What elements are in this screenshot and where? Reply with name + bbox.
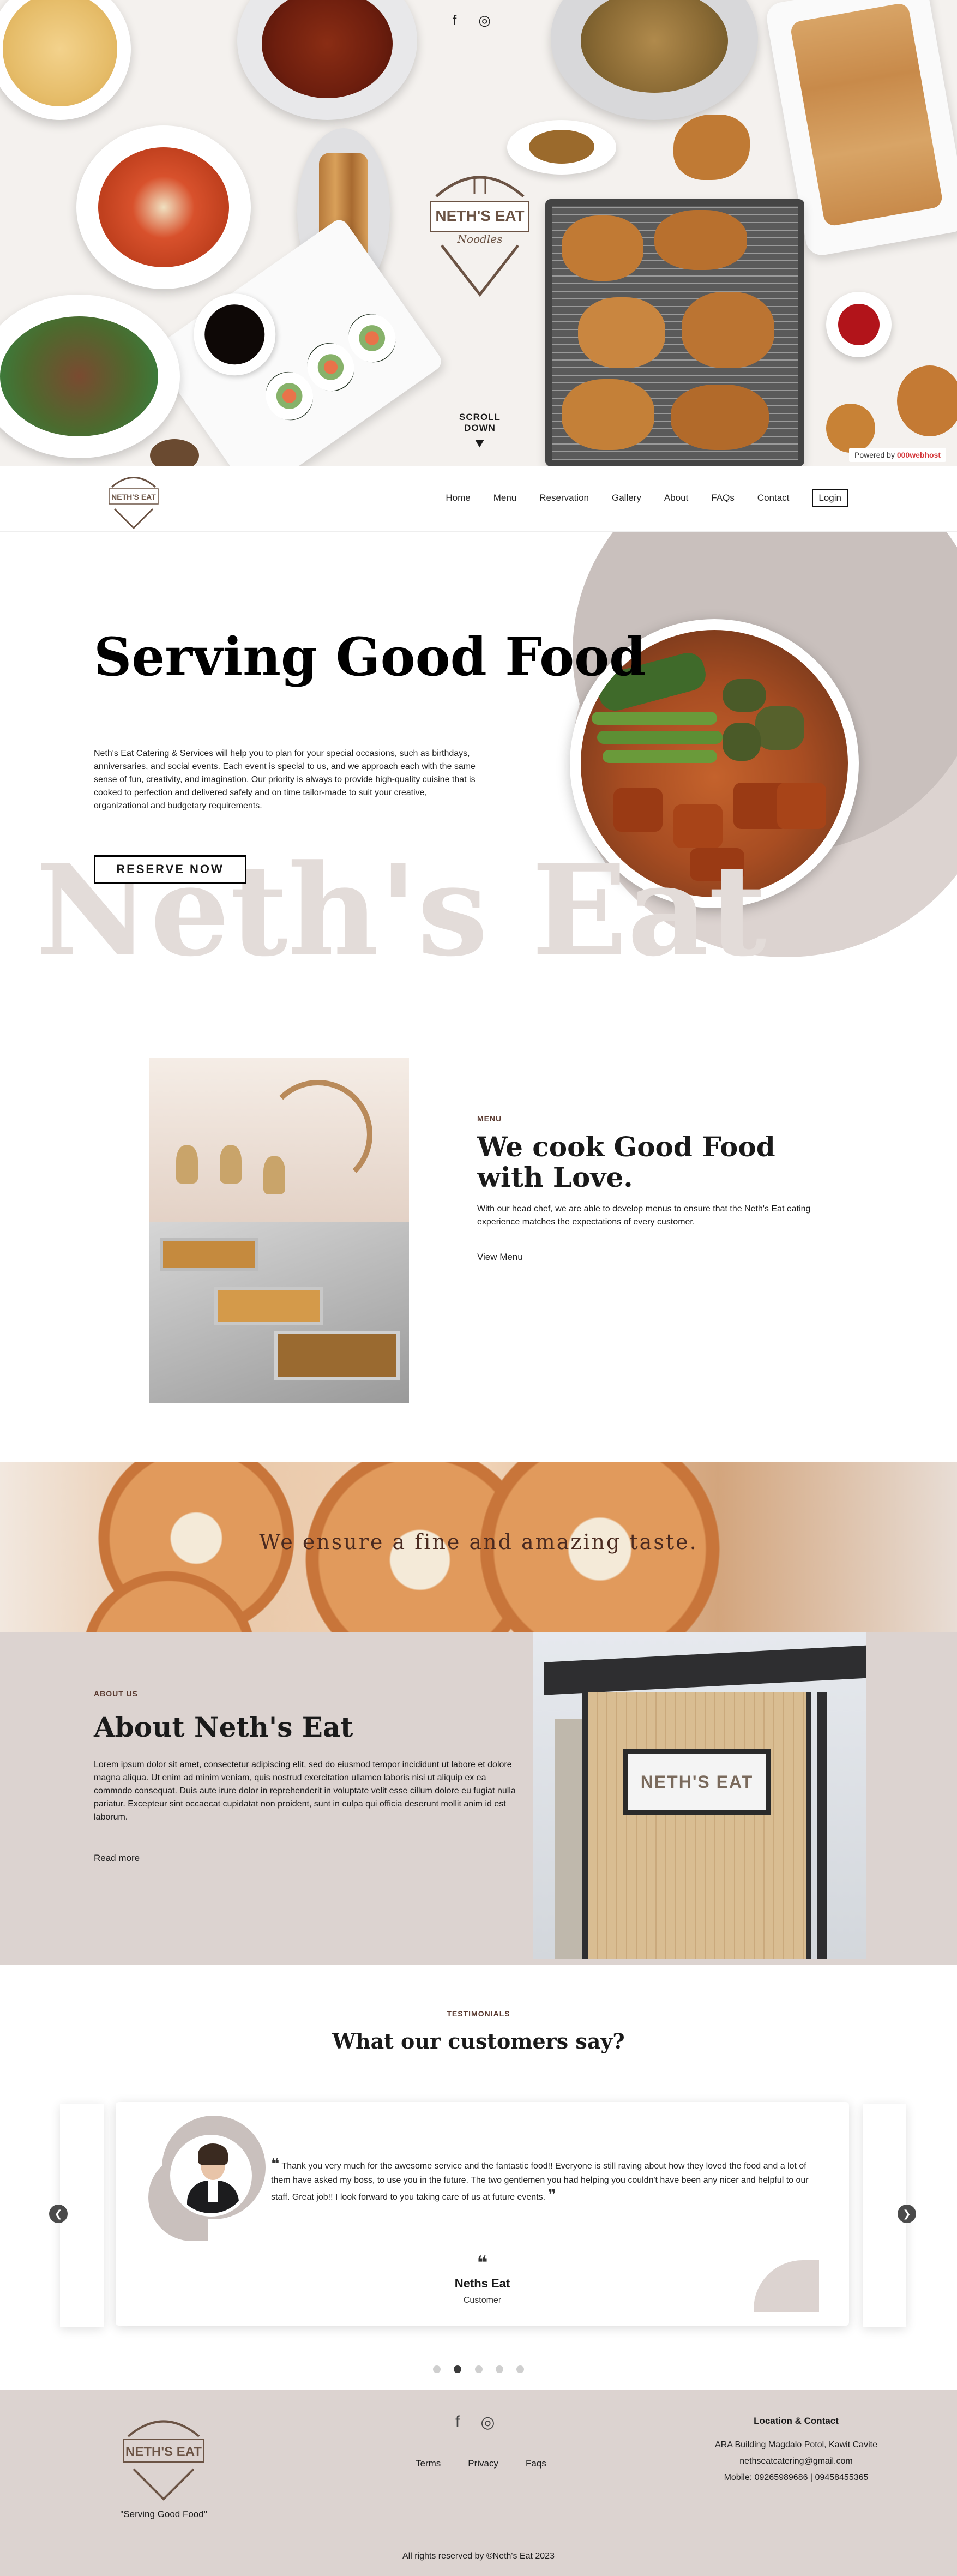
reserve-now-button[interactable]: RESERVE NOW: [94, 855, 246, 884]
powered-prefix: Powered by: [854, 451, 895, 459]
view-menu-link[interactable]: View Menu: [477, 1252, 523, 1263]
contact-address: ARA Building Magdalo Potol, Kawit Cavite: [715, 2440, 877, 2449]
hero-social-links: f ◎: [453, 12, 491, 29]
nav-item-gallery[interactable]: Gallery: [612, 493, 641, 503]
avatar: [170, 2135, 252, 2217]
powered-by-badge[interactable]: Powered by 000webhost: [849, 448, 946, 462]
banner-text: We ensure a fine and amazing taste.: [259, 1530, 698, 1554]
store-sign-text: NETH'S EAT: [640, 1772, 754, 1792]
menu-description: With our head chef, we are able to devel…: [477, 1204, 811, 1227]
testimonials-title: What our customers say?: [332, 2029, 625, 2053]
testimonial-quote-text: Thank you very much for the awesome serv…: [271, 2161, 809, 2202]
read-more-link[interactable]: Read more: [94, 1853, 140, 1864]
footer-links: Terms Privacy Faqs: [416, 2458, 546, 2469]
about-section: ABOUT US About Neth's Eat Lorem ipsum do…: [0, 1632, 957, 1965]
menu-section: MENU We cook Good Food with Love. With o…: [0, 1034, 957, 1462]
privacy-link[interactable]: Privacy: [468, 2458, 498, 2469]
scroll-down-button[interactable]: SCROLL DOWN ⯆: [444, 412, 515, 453]
nav-logo[interactable]: NETH'S EAT: [104, 471, 164, 531]
carousel-dot-active[interactable]: [454, 2365, 462, 2373]
instagram-icon[interactable]: ◎: [480, 2413, 495, 2432]
fried-chicken-piece-image: [897, 365, 957, 436]
footer-logo[interactable]: NETH'S EAT: [117, 2409, 210, 2502]
nav-menu: Home Menu Reservation Gallery About FAQs…: [446, 489, 848, 507]
testimonial-role: Customer: [463, 2296, 502, 2305]
facebook-icon[interactable]: f: [453, 12, 456, 29]
nav-item-contact[interactable]: Contact: [757, 493, 790, 503]
testimonial-quote: ❝ Thank you very much for the awesome se…: [271, 2157, 816, 2205]
copyright: All rights reserved by ©Neth's Eat 2023: [402, 2551, 555, 2561]
grilled-vegetables-plate-image: [0, 295, 180, 458]
nav-item-faqs[interactable]: FAQs: [711, 493, 735, 503]
nav-item-reservation[interactable]: Reservation: [539, 493, 589, 503]
nav-item-menu[interactable]: Menu: [493, 493, 517, 503]
footer-social-links: f ◎: [455, 2413, 495, 2432]
scroll-down-label: SCROLL DOWN: [459, 412, 501, 433]
spaghetti-red-plate-image: [76, 125, 251, 289]
buffet-image: [149, 1058, 409, 1403]
contact-mobile: Mobile: 09265989686 | 09458455365: [724, 2473, 869, 2482]
serving-description: Neth's Eat Catering & Services will help…: [94, 749, 476, 810]
carousel-next-button[interactable]: ❯: [898, 2205, 916, 2223]
contact-email[interactable]: nethseatcatering@gmail.com: [687, 2453, 905, 2470]
calamari-plate-image: [551, 0, 758, 120]
menu-label: MENU: [477, 1114, 502, 1123]
faqs-link[interactable]: Faqs: [526, 2458, 546, 2469]
nav-item-about[interactable]: About: [664, 493, 688, 503]
brand-logo: NETH'S EAT Noodles: [430, 176, 529, 297]
ketchup-bowl-image: [826, 292, 892, 357]
powered-brand: 000webhost: [896, 451, 941, 459]
quote-close-icon: ❞: [547, 2187, 556, 2203]
testimonials-label: TESTIMONIALS: [447, 2009, 510, 2018]
svg-text:NETH'S EAT: NETH'S EAT: [125, 2445, 202, 2459]
hero-section: NETH'S EAT Noodles f ◎ SCROLL DOWN ⯆ Pow…: [0, 0, 957, 466]
fried-chicken-rack-image: [545, 199, 804, 466]
svg-text:NETH'S EAT: NETH'S EAT: [111, 493, 156, 501]
main-navigation: NETH'S EAT Home Menu Reservation Gallery…: [0, 466, 957, 532]
footer: NETH'S EAT "Serving Good Food" f ◎ Terms…: [0, 2390, 957, 2576]
carousel-dot[interactable]: [495, 2365, 503, 2373]
carousel-prev-button[interactable]: ❮: [49, 2205, 68, 2223]
storefront-image: NETH'S EAT: [533, 1632, 866, 1959]
testimonials-section: TESTIMONIALS What our customers say? ❝ T…: [0, 1965, 957, 2390]
facebook-icon[interactable]: f: [455, 2413, 460, 2432]
page-title: Serving Good Food: [94, 626, 646, 688]
fried-chicken-piece-image: [826, 404, 875, 453]
terms-link[interactable]: Terms: [416, 2458, 441, 2469]
carousel-dot[interactable]: [474, 2365, 483, 2373]
chevrons-down-icon: ⯆: [474, 436, 486, 452]
small-dish-image: [150, 439, 199, 466]
footer-contact: Location & Contact ARA Building Magdalo …: [687, 2413, 905, 2486]
spaghetti-plate-image: [0, 0, 131, 120]
quote-open-icon: ❝: [271, 2155, 280, 2172]
fried-chicken-piece-image: [673, 115, 750, 180]
nav-item-home[interactable]: Home: [446, 493, 470, 503]
testimonial-name: Neths Eat: [454, 2277, 510, 2290]
login-button[interactable]: Login: [812, 489, 848, 507]
serving-section: Neth's Eat Serving Good Food Neth's Eat …: [0, 532, 957, 1034]
taste-banner: We ensure a fine and amazing taste.: [0, 1462, 957, 1632]
contact-heading: Location & Contact: [754, 2416, 839, 2426]
svg-text:Noodles: Noodles: [457, 232, 503, 245]
footer-tagline: "Serving Good Food": [120, 2509, 207, 2519]
quote-icon: ❝: [477, 2253, 488, 2273]
menu-title: We cook Good Food with Love.: [477, 1131, 775, 1193]
wings-plate-image: [237, 0, 417, 120]
about-title: About Neth's Eat: [94, 1711, 353, 1743]
testimonial-card: ❝ Thank you very much for the awesome se…: [116, 2102, 849, 2326]
carousel-dot[interactable]: [432, 2365, 441, 2373]
carousel-dots: [0, 2365, 957, 2376]
svg-text:NETH'S EAT: NETH'S EAT: [435, 207, 524, 224]
instagram-icon[interactable]: ◎: [478, 12, 491, 29]
about-label: ABOUT US: [94, 1689, 139, 1698]
about-description: Lorem ipsum dolor sit amet, consectetur …: [94, 1760, 516, 1822]
carousel-dot[interactable]: [516, 2365, 525, 2373]
